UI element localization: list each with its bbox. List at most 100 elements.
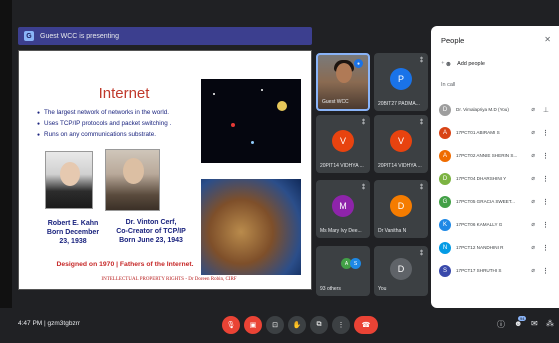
network-map-image <box>201 179 301 275</box>
panel-title: People <box>441 36 465 45</box>
tile-name: You <box>378 286 387 292</box>
people-icon[interactable]: ☻ 94 <box>514 316 527 328</box>
people-count-badge: 94 <box>517 316 527 321</box>
mic-toggle-button[interactable]: 🎙 <box>222 316 240 334</box>
participant-tile[interactable]: ⁑ D Dr Vanitha N <box>374 180 428 238</box>
presentation-slide: Internet The largest network of networks… <box>18 50 312 290</box>
avatar: N <box>439 241 451 254</box>
avatar: D <box>439 103 451 116</box>
avatar: A <box>439 149 451 162</box>
tile-name: 93 others <box>320 286 341 292</box>
avatar: A <box>439 126 451 139</box>
mic-off-icon: ⌀ <box>531 107 535 113</box>
bullet: Runs on any communications substrate. <box>37 131 227 139</box>
participant-name: 17PCT06 KAMALLY G <box>456 222 503 227</box>
add-people-label: Add people <box>457 61 485 67</box>
mic-off-icon: ⁑ <box>420 58 423 64</box>
participant-tile[interactable]: ● Guest WCC <box>316 53 370 111</box>
list-item[interactable]: K 17PCT06 KAMALLY G ⌀ ⋮ <box>439 213 557 236</box>
mic-off-icon: ⁑ <box>362 120 365 126</box>
cerf-caption: Dr. Vinton Cerf, Co-Creator of TCP/IP Bo… <box>116 219 186 244</box>
tile-name: Guest WCC <box>322 99 349 105</box>
avatar: P <box>390 68 412 91</box>
participant-tile[interactable]: ⁑ V 20PIT14 VIDHYA ... <box>316 115 370 173</box>
activities-icon[interactable]: ⁂ <box>546 319 554 328</box>
avatar: D <box>390 257 412 280</box>
tile-name: 20PIT14 VIDHYA ... <box>320 163 364 169</box>
kahn-photo <box>45 151 93 209</box>
mic-off-icon: ⁑ <box>420 251 423 257</box>
chat-icon[interactable]: ✉ <box>531 319 538 328</box>
mic-off-icon: ⌀ <box>531 245 535 251</box>
captions-button[interactable]: ⊡ <box>266 316 284 334</box>
participant-name: Dr. Vimalapriya M.D (You) <box>456 107 509 112</box>
more-options-icon[interactable]: ⋮ <box>542 129 549 137</box>
pin-icon[interactable]: G <box>24 31 34 41</box>
camera-toggle-button[interactable]: ▣ <box>244 316 262 334</box>
list-item[interactable]: G 17PCT05 GRACIA SWEET... ⌀ ⋮ <box>439 190 557 213</box>
list-item[interactable]: D 17PCT04 DHARSHINI Y ⌀ ⋮ <box>439 167 557 190</box>
mic-active-icon: ● <box>354 59 363 68</box>
slide-bullets: The largest network of networks in the w… <box>37 109 227 142</box>
info-icon[interactable]: ⓘ <box>497 319 505 330</box>
leave-call-button[interactable]: ☎ <box>354 316 378 334</box>
list-item[interactable]: N 17PCT12 NANDHINI R ⌀ ⋮ <box>439 236 557 259</box>
tile-name: 20PIT14 VIDHYA ... <box>378 163 422 169</box>
close-icon[interactable]: ✕ <box>544 35 551 44</box>
in-call-label: In call <box>441 82 456 88</box>
participant-list: D Dr. Vimalapriya M.D (You) ⌀ ⊥ A 17PCT0… <box>439 98 557 282</box>
raise-hand-button[interactable]: ✋ <box>288 316 306 334</box>
list-item[interactable]: D Dr. Vimalapriya M.D (You) ⌀ ⊥ <box>439 98 557 121</box>
tile-name: Dr Vanitha N <box>378 228 407 234</box>
left-edge <box>0 0 12 343</box>
others-tile[interactable]: A S 93 others <box>316 246 370 296</box>
participant-name: 17PCT01 ABIRAMI S <box>456 130 500 135</box>
mic-off-icon: ⌀ <box>531 153 535 159</box>
mic-off-icon: ⌀ <box>531 268 535 274</box>
control-bar: 4:47 PM | gzm3tgbzrr 🎙 ▣ ⊡ ✋ ⧉ ⋮ ☎ ⓘ ☻ 94… <box>0 308 559 343</box>
slide-title: Internet <box>98 85 150 102</box>
avatar: M <box>332 195 354 218</box>
tile-name: Ms Mary Ivy Dee... <box>320 228 362 234</box>
add-people-button[interactable]: ⁺☻ Add people <box>441 60 485 68</box>
time-and-meeting-code: 4:47 PM | gzm3tgbzrr <box>18 320 81 327</box>
presenting-text: Guest WCC is presenting <box>40 32 119 40</box>
participant-tile[interactable]: ⁑ V 20PIT14 VIDHYA ... <box>374 115 428 173</box>
mic-off-icon: ⁑ <box>420 120 423 126</box>
more-options-button[interactable]: ⋮ <box>332 316 350 334</box>
avatar: V <box>332 130 354 153</box>
presenting-banner: G Guest WCC is presenting <box>18 27 312 45</box>
more-options-icon[interactable]: ⋮ <box>542 152 549 160</box>
more-options-icon[interactable]: ⋮ <box>542 221 549 229</box>
mic-off-icon: ⌀ <box>531 222 535 228</box>
meet-window: G Guest WCC is presenting Internet The l… <box>0 0 559 343</box>
self-tile[interactable]: ⁑ D You <box>374 246 428 296</box>
participant-tile[interactable]: ⁑ P 20BIT27 PADMA... <box>374 53 428 111</box>
slide-footer: INTELLECTUAL PROPERTY RIGHTS - Dr Doreen… <box>101 277 237 282</box>
more-options-icon[interactable]: ⋮ <box>542 267 549 275</box>
avatar: K <box>439 218 451 231</box>
mic-off-icon: ⁑ <box>420 185 423 191</box>
space-image <box>201 79 301 163</box>
present-button[interactable]: ⧉ <box>310 316 328 334</box>
mic-off-icon: ⌀ <box>531 199 535 205</box>
mic-off-icon: ⌀ <box>531 130 535 136</box>
more-options-icon[interactable]: ⋮ <box>542 244 549 252</box>
avatar: D <box>390 195 412 218</box>
designed-line: Designed on 1970 | Fathers of the Intern… <box>56 261 194 268</box>
tile-name: 20BIT27 PADMA... <box>378 101 420 107</box>
list-item[interactable]: A 17PCT01 ABIRAMI S ⌀ ⋮ <box>439 121 557 144</box>
list-item[interactable]: S 17PCT17 SHRUTHI S ⌀ ⋮ <box>439 259 557 282</box>
add-person-icon: ⁺☻ <box>441 61 453 68</box>
avatar: S <box>350 258 361 269</box>
participant-name: 17PCT04 DHARSHINI Y <box>456 176 507 181</box>
participant-name: 17PCT02 ANNIE SHERIN S... <box>456 153 518 158</box>
participant-tile[interactable]: ⁑ M Ms Mary Ivy Dee... <box>316 180 370 238</box>
participant-name: 17PCT12 NANDHINI R <box>456 245 504 250</box>
pin-icon[interactable]: ⊥ <box>543 106 549 114</box>
more-options-icon[interactable]: ⋮ <box>542 175 549 183</box>
list-item[interactable]: A 17PCT02 ANNIE SHERIN S... ⌀ ⋮ <box>439 144 557 167</box>
participant-name: 17PCT05 GRACIA SWEET... <box>456 199 515 204</box>
mic-off-icon: ⁑ <box>362 185 365 191</box>
more-options-icon[interactable]: ⋮ <box>542 198 549 206</box>
